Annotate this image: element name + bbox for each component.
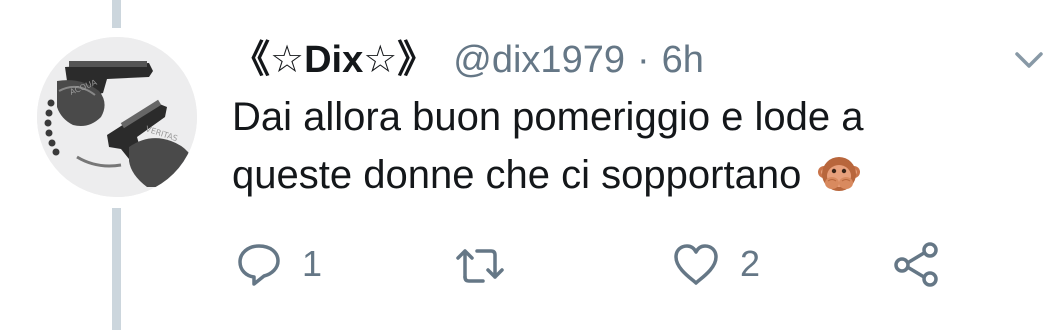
reply-button[interactable]: 1 — [236, 236, 322, 292]
share-icon — [894, 242, 938, 287]
tweet[interactable]: ACQUA VERITAS 《☆Dix☆》 @dix1979 · 6h Dai … — [0, 0, 1064, 330]
action-bar: 1 2 — [0, 236, 1064, 292]
heart-icon — [674, 244, 718, 285]
user-handle[interactable]: @dix1979 — [453, 34, 625, 86]
like-count: 2 — [740, 243, 761, 284]
tweet-text-line-2-text: queste donne che ci sopportano — [232, 153, 802, 197]
retweet-icon — [456, 249, 504, 283]
chevron-down-icon — [1015, 52, 1043, 68]
thread-line-top — [112, 0, 121, 28]
share-button[interactable] — [892, 236, 940, 292]
display-name[interactable]: 《☆Dix☆》 — [232, 34, 435, 86]
tweet-text-line-2: queste donne che ci sopportano — [232, 146, 992, 204]
reply-count: 1 — [302, 243, 323, 284]
retweet-button[interactable] — [455, 236, 525, 292]
tweet-text-line-1: Dai allora buon pomeriggio e lode a — [232, 95, 864, 139]
timestamp[interactable]: 6h — [662, 34, 704, 86]
tweet-header: 《☆Dix☆》 @dix1979 · 6h — [232, 34, 704, 86]
more-options-button[interactable] — [1009, 45, 1049, 75]
separator-dot: · — [636, 39, 650, 81]
tweet-text: Dai allora buon pomeriggio e lode a ques… — [232, 88, 992, 204]
like-button[interactable]: 2 — [672, 236, 760, 292]
avatar[interactable]: ACQUA VERITAS — [37, 37, 197, 197]
speak-no-evil-monkey-emoji-icon — [817, 152, 861, 196]
reply-icon — [238, 244, 280, 286]
